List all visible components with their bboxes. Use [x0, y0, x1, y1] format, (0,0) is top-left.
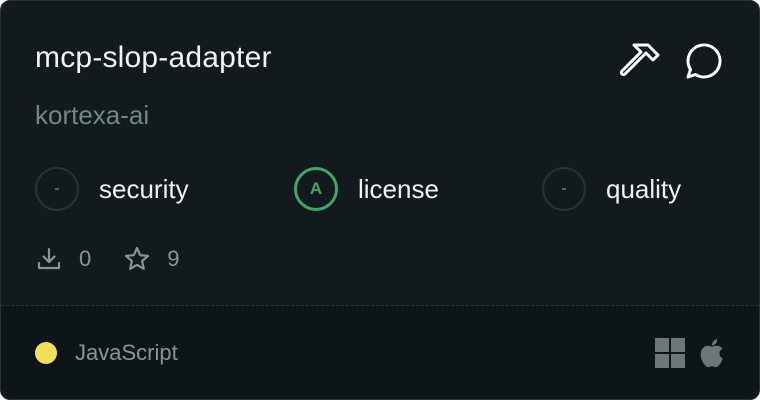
chat-bubble-icon[interactable] [679, 39, 723, 83]
star-icon [125, 246, 150, 270]
score-security[interactable]: - security [35, 165, 189, 213]
language-tag: JavaScript [35, 340, 178, 366]
stars-stat: 9 [123, 245, 180, 273]
hammer-icon[interactable] [617, 39, 661, 83]
downloads-stat: 0 [35, 245, 91, 273]
windows-icon [655, 338, 685, 368]
score-quality[interactable]: - quality [542, 165, 681, 213]
security-label: security [99, 173, 189, 204]
stars-count: 9 [167, 246, 180, 271]
downloads-count: 0 [79, 246, 92, 271]
license-grade-badge: A [294, 167, 338, 211]
platform-icons [655, 338, 725, 368]
server-card[interactable]: mcp-slop-adapter kortexa-ai - security A… [0, 0, 760, 400]
language-name: JavaScript [75, 340, 178, 365]
apple-icon [700, 339, 723, 368]
server-owner[interactable]: kortexa-ai [35, 99, 149, 131]
stats-row: 0 9 [35, 243, 180, 275]
security-grade-badge: - [35, 167, 79, 211]
language-color-dot [35, 342, 57, 364]
score-row: - security A license - quality [35, 165, 735, 213]
download-icon [37, 247, 61, 270]
header-icons [617, 39, 723, 83]
quality-grade-badge: - [542, 167, 586, 211]
quality-label: quality [606, 173, 682, 204]
license-label: license [358, 173, 439, 204]
server-title[interactable]: mcp-slop-adapter [35, 39, 272, 77]
card-footer: JavaScript [1, 306, 759, 399]
score-license[interactable]: A license [294, 165, 439, 213]
